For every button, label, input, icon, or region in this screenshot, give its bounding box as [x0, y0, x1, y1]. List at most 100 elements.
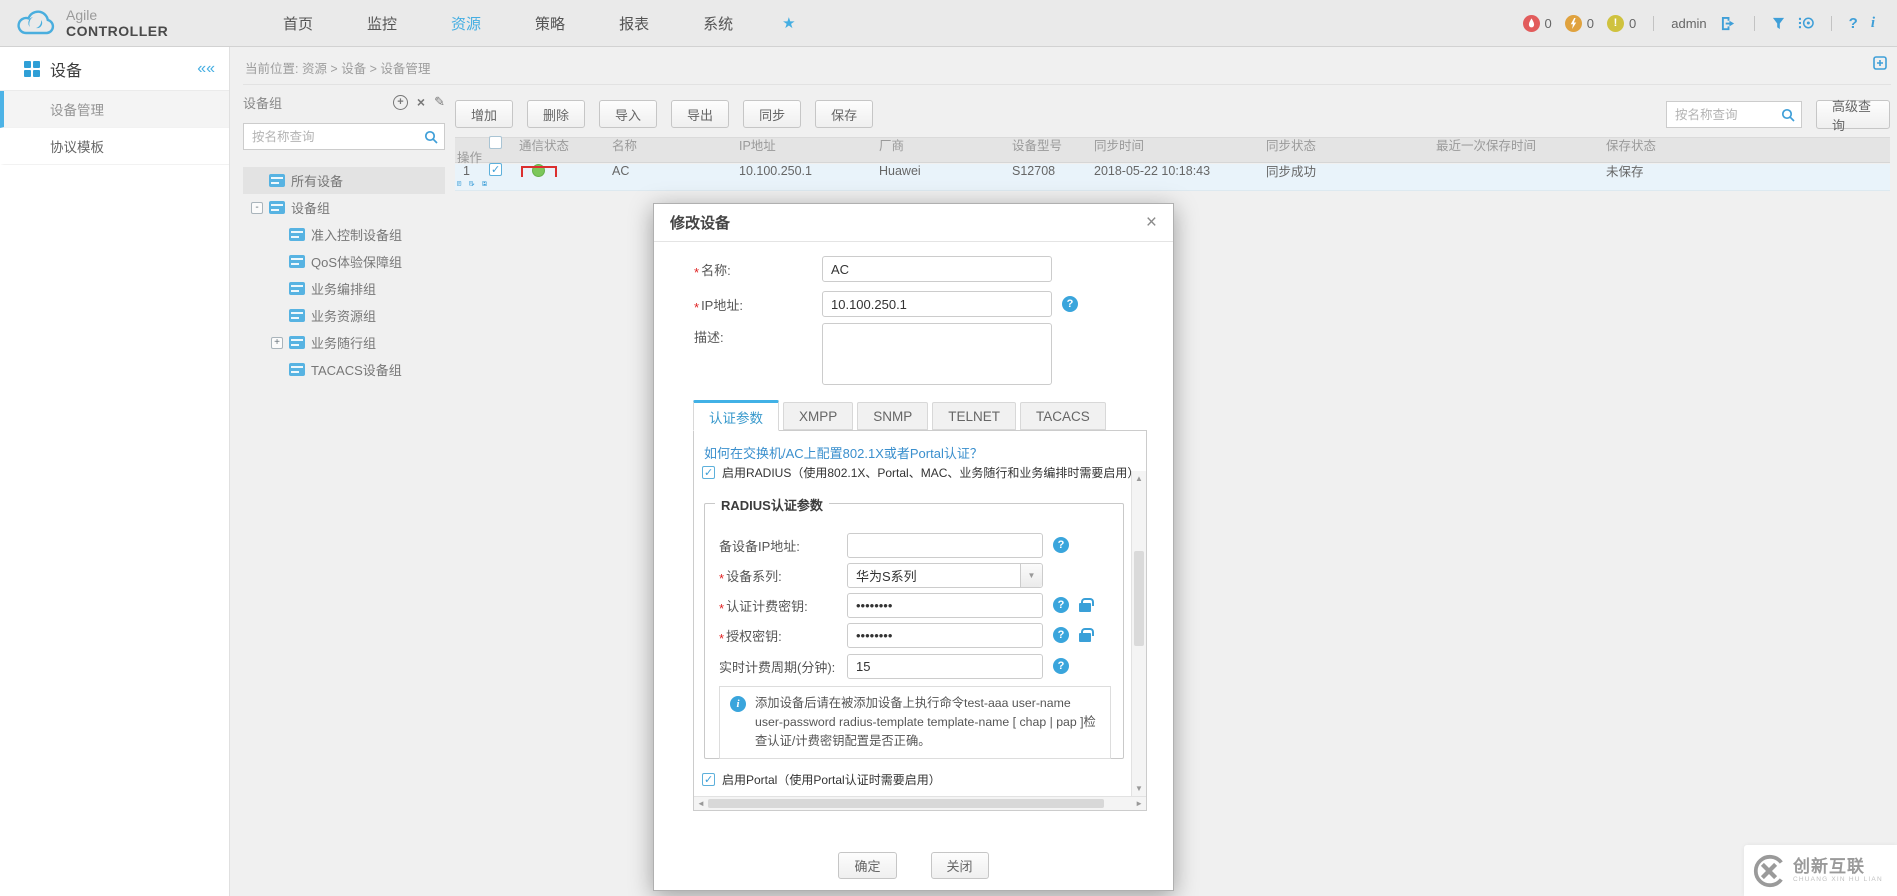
alarm-critical-badge[interactable]: 0 — [1522, 14, 1552, 32]
name-input[interactable] — [822, 256, 1052, 282]
advanced-search-button[interactable]: 高级查询 — [1816, 99, 1890, 133]
row-checkbox[interactable] — [487, 162, 517, 179]
tree-search-input[interactable] — [244, 124, 444, 149]
tab-xmpp[interactable]: XMPP — [783, 402, 854, 430]
horizontal-scrollbar[interactable]: ◄ ► — [694, 796, 1146, 810]
radius-checkbox[interactable] — [702, 466, 715, 479]
accounting-period-input[interactable] — [847, 653, 1043, 679]
tab-telnet[interactable]: TELNET — [932, 402, 1017, 430]
folder-icon — [269, 201, 285, 214]
table-row[interactable]: 1 AC 10.100.250.1 Huawei S12708 2018-05-… — [455, 162, 1890, 191]
tree-item-all-devices[interactable]: 所有设备 — [243, 167, 445, 194]
sidebar-item-device-management[interactable]: 设备管理 — [0, 91, 229, 128]
nav-report[interactable]: 报表 — [592, 13, 676, 34]
lock-icon[interactable] — [1079, 627, 1094, 642]
nav-policy[interactable]: 策略 — [508, 13, 592, 34]
auth-key-row: *认证计费密钥: ? — [719, 592, 1094, 618]
vertical-scroll-thumb[interactable] — [1134, 551, 1144, 646]
tree-item-label: 设备组 — [291, 201, 331, 216]
nav-resource[interactable]: 资源 — [424, 13, 508, 34]
help-circle-icon[interactable]: ? — [1062, 296, 1078, 312]
quick-access-icon[interactable] — [1873, 56, 1887, 75]
tree-item-admission-control-group[interactable]: 准入控制设备组 — [243, 221, 445, 248]
scroll-right-icon[interactable]: ► — [1135, 799, 1143, 808]
lock-icon[interactable] — [1079, 597, 1094, 612]
save-device-icon[interactable] — [482, 176, 487, 191]
alarm-minor-badge[interactable]: ! 0 — [1607, 14, 1636, 32]
nav-home[interactable]: 首页 — [256, 13, 340, 34]
tab-auth-params[interactable]: 认证参数 — [693, 400, 779, 431]
sidebar-item-protocol-template[interactable]: 协议模板 — [0, 128, 229, 165]
tab-snmp[interactable]: SNMP — [857, 402, 929, 430]
col-ip[interactable]: IP地址 — [737, 135, 877, 154]
save-button[interactable]: 保存 — [815, 100, 874, 128]
help-icon[interactable]: ? — [1849, 15, 1858, 32]
col-save-status[interactable]: 保存状态 — [1604, 135, 1890, 154]
close-button[interactable]: 关闭 — [930, 852, 989, 879]
col-model[interactable]: 设备型号 — [1010, 135, 1092, 154]
favorites-star-icon[interactable]: ★ — [760, 14, 817, 32]
help-circle-icon[interactable]: ? — [1053, 627, 1069, 643]
import-button[interactable]: 导入 — [599, 100, 658, 128]
tree-item-service-orchestration-group[interactable]: 业务编排组 — [243, 275, 445, 302]
add-button[interactable]: 增加 — [455, 100, 514, 128]
about-icon[interactable]: i — [1871, 15, 1875, 32]
auth-key-input[interactable] — [847, 592, 1043, 618]
tree-item-service-resource-group[interactable]: 业务资源组 — [243, 302, 445, 329]
search-icon[interactable] — [1781, 108, 1795, 127]
backup-ip-input[interactable] — [847, 532, 1043, 558]
select-all-checkbox[interactable] — [487, 136, 517, 152]
tab-tacacs[interactable]: TACACS — [1020, 402, 1106, 430]
license-icon[interactable] — [1798, 16, 1814, 30]
logout-icon[interactable] — [1720, 16, 1737, 31]
col-sync-status[interactable]: 同步状态 — [1264, 135, 1434, 154]
modify-device-dialog: 修改设备 × *名称: *IP地址: ? 描述: 认证参数 XMPP SNMP … — [653, 203, 1174, 891]
col-last-save-time[interactable]: 最近一次保存时间 — [1434, 135, 1604, 154]
ok-button[interactable]: 确定 — [838, 852, 897, 879]
cloud-logo-icon — [17, 10, 55, 35]
help-circle-icon[interactable]: ? — [1053, 537, 1069, 553]
help-circle-icon[interactable]: ? — [1053, 658, 1069, 674]
vertical-scrollbar[interactable]: ▲ ▼ — [1131, 471, 1146, 796]
device-series-select[interactable]: 华为S系列 ▼ — [847, 562, 1043, 588]
edit-group-icon[interactable]: ✎ — [434, 94, 445, 110]
device-config-icon[interactable] — [469, 176, 475, 191]
col-sync-time[interactable]: 同步时间 — [1092, 135, 1264, 154]
search-icon[interactable] — [424, 130, 438, 149]
collapse-sidebar-icon[interactable]: «« — [197, 60, 215, 78]
chevron-down-icon[interactable]: ▼ — [1020, 563, 1042, 587]
ip-input[interactable] — [822, 291, 1052, 317]
nav-monitor[interactable]: 监控 — [340, 13, 424, 34]
device-detail-icon[interactable] — [457, 176, 462, 191]
scroll-up-icon[interactable]: ▲ — [1132, 474, 1146, 483]
config-help-link[interactable]: 如何在交换机/AC上配置802.1X或者Portal认证？ — [704, 443, 983, 462]
expand-toggle-icon[interactable]: + — [271, 336, 283, 349]
nav-system[interactable]: 系统 — [676, 13, 760, 34]
user-name[interactable]: admin — [1671, 16, 1706, 31]
close-icon[interactable]: × — [1146, 213, 1157, 232]
scroll-down-icon[interactable]: ▼ — [1132, 784, 1146, 793]
delete-group-icon[interactable]: × — [417, 94, 425, 110]
col-name[interactable]: 名称 — [610, 135, 737, 154]
delete-button[interactable]: 删除 — [527, 100, 586, 128]
help-circle-icon[interactable]: ? — [1053, 597, 1069, 613]
col-comm-status[interactable]: 通信状态 — [517, 135, 610, 154]
portal-checkbox[interactable] — [702, 773, 715, 786]
desc-textarea[interactable] — [822, 323, 1052, 385]
tree-item-qos-group[interactable]: QoS体验保障组 — [243, 248, 445, 275]
info-circle-icon: i — [730, 696, 746, 712]
export-button[interactable]: 导出 — [671, 100, 730, 128]
tree-item-tacacs-group[interactable]: TACACS设备组 — [243, 356, 445, 383]
col-vendor[interactable]: 厂商 — [877, 135, 1010, 154]
add-group-icon[interactable]: + — [392, 94, 408, 110]
horizontal-scroll-thumb[interactable] — [708, 799, 1104, 808]
authorize-key-input[interactable] — [847, 622, 1043, 648]
tree-item-free-mobility-group[interactable]: + 业务随行组 — [243, 329, 445, 356]
cell-name[interactable]: AC — [610, 164, 737, 178]
alarm-major-badge[interactable]: 0 — [1564, 14, 1594, 32]
scroll-left-icon[interactable]: ◄ — [697, 799, 705, 808]
sync-button[interactable]: 同步 — [743, 100, 802, 128]
filter-icon[interactable] — [1772, 17, 1785, 30]
tree-item-device-group[interactable]: - 设备组 — [243, 194, 445, 221]
collapse-toggle-icon[interactable]: - — [251, 201, 263, 214]
